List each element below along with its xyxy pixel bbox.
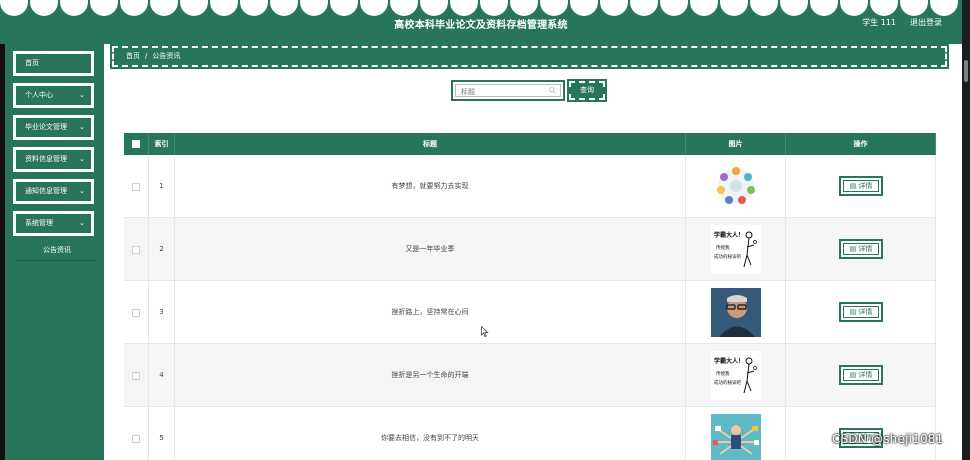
sidebar-item-thesis-management[interactable]: 毕业论文管理 ⌄ [13, 115, 94, 140]
row-checkbox[interactable] [132, 309, 140, 317]
top-header: 高校本科毕业论文及资料存档管理系统 学生 111 退出登录 [0, 0, 962, 44]
row-image-cell: 学霸大人！ 传授我成功的秘诀吧 [686, 218, 786, 281]
svg-text:传授我: 传授我 [716, 244, 730, 251]
chevron-down-icon: ⌄ [79, 219, 85, 227]
svg-text:学霸大人！: 学霸大人！ [714, 231, 744, 239]
row-title: 挫折是另一个生命的开端 [175, 344, 686, 407]
search-button[interactable]: 查询 [567, 79, 607, 102]
table-row: 2 又是一年毕业季 学霸大人！ 传授我成功的秘诀吧 ▤ 详情 [124, 218, 936, 281]
search-input[interactable] [456, 85, 546, 98]
table-row: 5 你要去相信，没有到不了的明天 ▤ 详情 [124, 407, 936, 460]
row-action-cell: ▤ 详情 [786, 344, 936, 407]
svg-text:传授我: 传授我 [716, 370, 730, 377]
row-thumbnail[interactable]: 学霸大人！ 传授我成功的秘诀吧 [711, 225, 761, 274]
table-body: 1 有梦想，就要努力去实现 ▤ 详情 2 又是一年毕业季 学霸大人！ 传授我 成功的秘诀吧 ▤ … [124, 155, 936, 460]
detail-label: 详情 [858, 182, 873, 190]
sidebar: 首页 个人中心 ⌄ 毕业论文管理 ⌄ 资料信息管理 ⌄ 通知信息管理 ⌄ 系统管… [5, 44, 104, 460]
app-title: 高校本科毕业论文及资料存档管理系统 [394, 20, 568, 31]
sidebar-subitem-announcements[interactable]: 公告资讯 [17, 240, 97, 260]
sidebar-item-label: 个人中心 [25, 91, 53, 99]
row-action-cell: ▤ 详情 [786, 218, 936, 281]
chevron-down-icon: ⌄ [79, 123, 85, 131]
breadcrumb-home[interactable]: 首页 [126, 52, 140, 60]
table-row: 1 有梦想，就要努力去实现 ▤ 详情 [124, 155, 936, 218]
announcement-table: 索引 标题 图片 操作 1 有梦想，就要努力去实现 ▤ 详情 2 又是一年毕业季 学霸大人… [124, 133, 936, 460]
row-title: 又是一年毕业季 [175, 218, 686, 281]
row-check-cell [124, 218, 149, 281]
row-thumbnail[interactable] [711, 414, 761, 460]
sidebar-item-label: 通知信息管理 [25, 187, 67, 195]
row-index: 3 [149, 281, 175, 344]
row-check-cell [124, 407, 149, 460]
sidebar-item-label: 毕业论文管理 [25, 123, 67, 131]
row-checkbox[interactable] [132, 246, 140, 254]
table-row: 4 挫折是另一个生命的开端 学霸大人！ 传授我成功的秘诀吧 ▤ 详情 [124, 344, 936, 407]
scrollbar-thumb[interactable] [964, 60, 968, 82]
row-checkbox[interactable] [132, 435, 140, 443]
search-icon [549, 87, 556, 94]
sidebar-item-personal-center[interactable]: 个人中心 ⌄ [13, 83, 94, 108]
watermark: CSDN @sheji1081 [832, 432, 944, 446]
sidebar-item-system-management[interactable]: 系统管理 ⌄ [13, 211, 94, 236]
detail-button[interactable]: ▤ 详情 [839, 302, 883, 322]
row-index: 2 [149, 218, 175, 281]
select-all-checkbox[interactable] [132, 140, 140, 148]
row-thumbnail[interactable]: 学霸大人！ 传授我成功的秘诀吧 [711, 351, 761, 400]
table-row: 3 挫折路上，坚持常在心间 ▤ 详情 [124, 281, 936, 344]
row-checkbox[interactable] [132, 372, 140, 380]
row-index: 1 [149, 155, 175, 218]
search-inner [455, 84, 561, 98]
chevron-down-icon: ⌄ [79, 91, 85, 99]
breadcrumb: 首页 / 公告资讯 [110, 44, 949, 69]
row-thumbnail[interactable] [711, 162, 761, 211]
row-title: 你要去相信，没有到不了的明天 [175, 407, 686, 460]
breadcrumb-current: 公告资讯 [152, 52, 181, 60]
svg-text:学霸大人！: 学霸大人！ [714, 357, 744, 365]
sidebar-item-label: 系统管理 [25, 219, 53, 227]
detail-button[interactable]: ▤ 详情 [839, 239, 883, 259]
row-image-cell: 学霸大人！ 传授我成功的秘诀吧 [686, 344, 786, 407]
logout-link[interactable]: 退出登录 [910, 17, 942, 28]
svg-text:成功的秘诀吧: 成功的秘诀吧 [714, 379, 741, 386]
search-field [451, 80, 565, 101]
sidebar-item-notice-management[interactable]: 通知信息管理 ⌄ [13, 179, 94, 204]
row-action-cell: ▤ 详情 [786, 281, 936, 344]
sidebar-item-home[interactable]: 首页 [13, 51, 94, 76]
detail-label: 详情 [858, 308, 873, 316]
breadcrumb-separator: / [145, 52, 148, 60]
row-index: 5 [149, 407, 175, 460]
column-header-image: 图片 [686, 133, 786, 155]
row-checkbox[interactable] [132, 183, 140, 191]
row-check-cell [124, 281, 149, 344]
header-check-cell [124, 133, 149, 155]
current-user: 学生 111 [862, 18, 896, 27]
detail-label: 详情 [858, 245, 873, 253]
column-header-index: 索引 [149, 133, 175, 155]
row-title: 有梦想，就要努力去实现 [175, 155, 686, 218]
chevron-down-icon: ⌄ [79, 155, 85, 163]
detail-button[interactable]: ▤ 详情 [839, 176, 883, 196]
detail-button[interactable]: ▤ 详情 [839, 365, 883, 385]
sidebar-item-material-management[interactable]: 资料信息管理 ⌄ [13, 147, 94, 172]
main-content: 首页/公告资讯 查询 索引 标题 图片 操作 1有梦想，就要 [104, 44, 962, 460]
row-image-cell [686, 155, 786, 218]
column-header-title: 标题 [175, 133, 686, 155]
chevron-down-icon: ⌄ [79, 187, 85, 195]
table-header: 索引 标题 图片 操作 [124, 133, 936, 155]
row-image-cell [686, 281, 786, 344]
app-window: 高校本科毕业论文及资料存档管理系统 学生 111 退出登录 首页 个人中心 ⌄ … [0, 0, 970, 460]
row-check-cell [124, 155, 149, 218]
detail-label: 详情 [858, 371, 873, 379]
row-thumbnail[interactable] [711, 288, 761, 337]
sidebar-item-label: 资料信息管理 [25, 155, 67, 163]
row-image-cell [686, 407, 786, 460]
sidebar-item-label: 首页 [25, 59, 39, 67]
row-index: 4 [149, 344, 175, 407]
row-check-cell [124, 344, 149, 407]
row-action-cell: ▤ 详情 [786, 155, 936, 218]
row-title: 挫折路上，坚持常在心间 [175, 281, 686, 344]
mouse-cursor-icon [481, 326, 489, 337]
column-header-action: 操作 [786, 133, 936, 155]
svg-text:成功的秘诀吧: 成功的秘诀吧 [714, 253, 741, 260]
